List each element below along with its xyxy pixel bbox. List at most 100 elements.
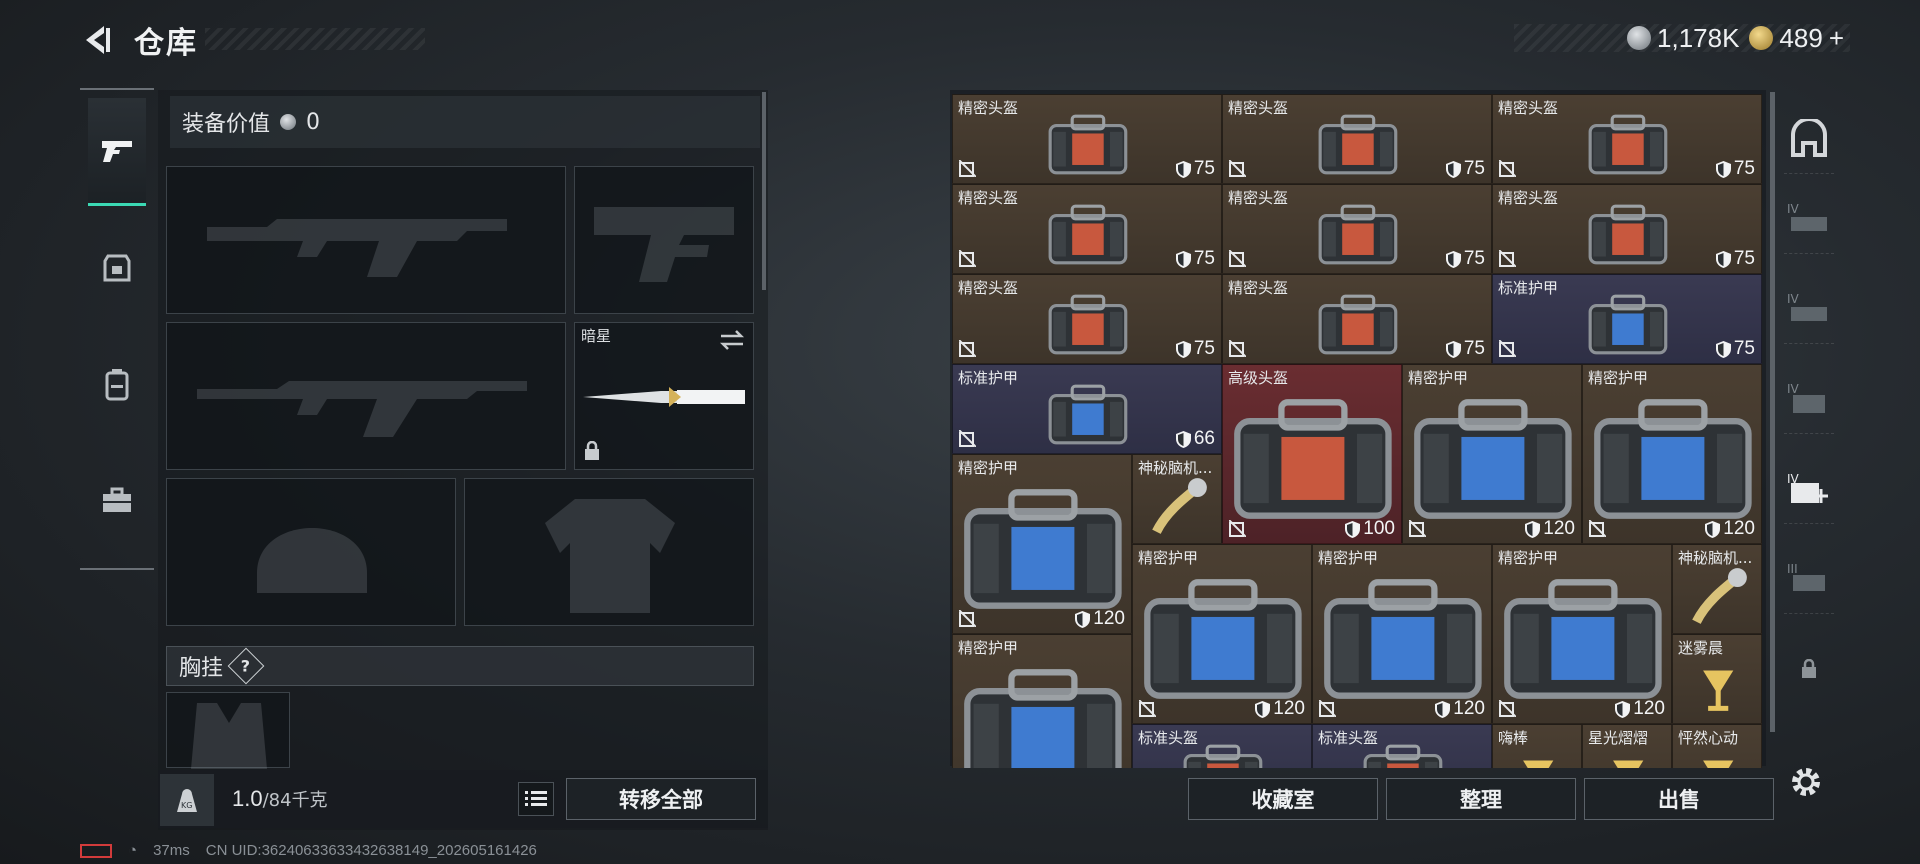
gold-amount: 489 — [1779, 22, 1823, 53]
equipment-value-header: 装备价值 0 — [170, 96, 760, 148]
storage-item[interactable]: 精密头盔 75 — [1222, 94, 1492, 184]
back-icon[interactable] — [80, 22, 116, 58]
storage-item[interactable]: 精密头盔 75 — [952, 184, 1222, 274]
storage-item[interactable]: 标准头盔 — [1312, 724, 1492, 768]
sidearm-slot[interactable] — [574, 166, 754, 314]
storage-item[interactable]: 星光熠熠 — [1582, 724, 1672, 768]
storage-item[interactable]: 怦然心动 — [1672, 724, 1762, 768]
tab-armor[interactable] — [88, 214, 146, 322]
filter-tier-iv-medical[interactable]: IV — [1784, 454, 1834, 524]
sort-button[interactable]: 整理 — [1386, 778, 1576, 820]
storage-item[interactable]: 标准头盔 — [1132, 724, 1312, 768]
storage-item[interactable]: 精密头盔 75 — [1222, 184, 1492, 274]
storage-item[interactable]: 精密头盔 75 — [1492, 94, 1762, 184]
storage-item[interactable]: 迷雾晨 — [1672, 634, 1762, 724]
armor-case-icon — [1048, 384, 1128, 444]
durability-shield-icon — [1175, 340, 1191, 358]
non-tradable-icon — [1229, 250, 1246, 267]
melee-name: 暗星 — [581, 327, 612, 345]
non-tradable-icon — [959, 430, 976, 447]
storage-scrollbar[interactable] — [1770, 92, 1775, 732]
helmet-case-icon — [1318, 114, 1398, 174]
non-tradable-icon — [1409, 520, 1426, 537]
chest-rig-slot[interactable] — [166, 692, 290, 769]
gold-currency[interactable]: 489 + — [1749, 23, 1844, 54]
primary-weapon-slot[interactable] — [166, 166, 566, 314]
battery-icon — [80, 843, 112, 858]
storage-item[interactable]: 精密头盔 75 — [952, 94, 1222, 184]
durability-shield-icon — [1445, 250, 1461, 268]
filter-locked[interactable] — [1784, 634, 1834, 704]
helmet-slot[interactable] — [166, 478, 456, 626]
list-view-button[interactable] — [518, 782, 554, 816]
durability-shield-icon — [1175, 430, 1191, 448]
armor-case-icon — [964, 669, 1122, 768]
storage-item[interactable]: 神秘脑机... — [1672, 544, 1762, 634]
filter-tier-iv-armor[interactable]: IV — [1784, 274, 1834, 344]
tab-toolbox[interactable] — [88, 446, 146, 554]
collection-room-button[interactable]: 收藏室 — [1188, 778, 1378, 820]
storage-item[interactable]: 精密头盔 75 — [1222, 274, 1492, 364]
durability-shield-icon — [1705, 520, 1721, 538]
filter-tier-iii[interactable]: III — [1784, 544, 1834, 614]
item-name: 神秘脑机... — [1678, 549, 1753, 567]
swap-icon[interactable] — [719, 329, 745, 351]
item-durability: 120 — [1075, 608, 1125, 630]
storage-grid: 精密头盔 75 精密头盔 75 精密头盔 75 精密头盔 75 精密头盔 75 精密头盔 75 精密头盔… — [952, 94, 1762, 768]
melee-slot[interactable]: 暗星 — [574, 322, 754, 470]
durability-shield-icon — [1435, 700, 1451, 718]
sell-button[interactable]: 出售 — [1584, 778, 1774, 820]
drink-icon — [1702, 760, 1734, 768]
non-tradable-icon — [959, 610, 976, 627]
storage-item[interactable]: 精密护甲 — [952, 634, 1132, 768]
armor-case-icon — [964, 489, 1122, 609]
item-name: 精密护甲 — [1498, 549, 1559, 567]
item-name: 精密头盔 — [958, 279, 1019, 297]
item-name: 精密护甲 — [958, 639, 1019, 657]
storage-item[interactable]: 精密护甲 120 — [1402, 364, 1582, 544]
storage-item[interactable]: 精密头盔 75 — [952, 274, 1222, 364]
storage-item[interactable]: 嗨棒 — [1492, 724, 1582, 768]
secondary-weapon-slot[interactable] — [166, 322, 566, 470]
body-armor-slot[interactable] — [464, 478, 754, 626]
lock-icon — [1802, 659, 1816, 678]
tab-weapons[interactable] — [88, 98, 146, 206]
helmet-case-icon — [1048, 204, 1128, 264]
storage-item[interactable]: 精密护甲 120 — [1492, 544, 1672, 724]
weight-capacity: /84千克 — [262, 790, 328, 811]
armor-icon — [103, 254, 131, 282]
storage-item[interactable]: 神秘脑机... — [1132, 454, 1222, 544]
item-durability: 75 — [1445, 248, 1485, 270]
wifi-icon: ◔ — [128, 842, 138, 859]
storage-item[interactable]: 标准护甲 75 — [1492, 274, 1762, 364]
storage-item[interactable]: 精密护甲 120 — [1582, 364, 1762, 544]
storage-item[interactable]: 精密护甲 120 — [952, 454, 1132, 634]
add-gold-button[interactable]: + — [1829, 23, 1844, 54]
equipment-value: 0 — [306, 109, 321, 135]
rifle-silhouette-icon — [207, 219, 507, 277]
weight-icon: KG — [160, 774, 214, 826]
item-name: 精密头盔 — [1228, 99, 1289, 117]
filter-all[interactable] — [1784, 104, 1834, 174]
drink-icon — [1522, 760, 1554, 768]
storage-item[interactable]: 精密护甲 120 — [1132, 544, 1312, 724]
storage-item[interactable]: 标准护甲 66 — [952, 364, 1222, 454]
storage-item[interactable]: 精密头盔 75 — [1492, 184, 1762, 274]
filter-tier-iv-weapon[interactable]: IV — [1784, 184, 1834, 254]
storage-item[interactable]: 精密护甲 120 — [1312, 544, 1492, 724]
tab-backpack[interactable] — [88, 330, 146, 438]
storage-item[interactable]: 高级头盔 100 — [1222, 364, 1402, 544]
non-tradable-icon — [1319, 700, 1336, 717]
help-icon[interactable]: ? — [227, 647, 265, 685]
svg-text:III: III — [1787, 562, 1798, 576]
non-tradable-icon — [1589, 520, 1606, 537]
settings-gear-icon[interactable] — [1786, 762, 1826, 802]
equipment-scrollbar[interactable] — [762, 92, 766, 290]
non-tradable-icon — [1229, 340, 1246, 357]
transfer-all-button[interactable]: 转移全部 — [566, 778, 756, 820]
helmet-silhouette-icon — [257, 528, 367, 593]
durability-shield-icon — [1445, 340, 1461, 358]
filter-tier-iv-bag[interactable]: IV — [1784, 364, 1834, 434]
item-name: 神秘脑机... — [1138, 459, 1213, 477]
brain-chip-icon — [1691, 567, 1747, 624]
